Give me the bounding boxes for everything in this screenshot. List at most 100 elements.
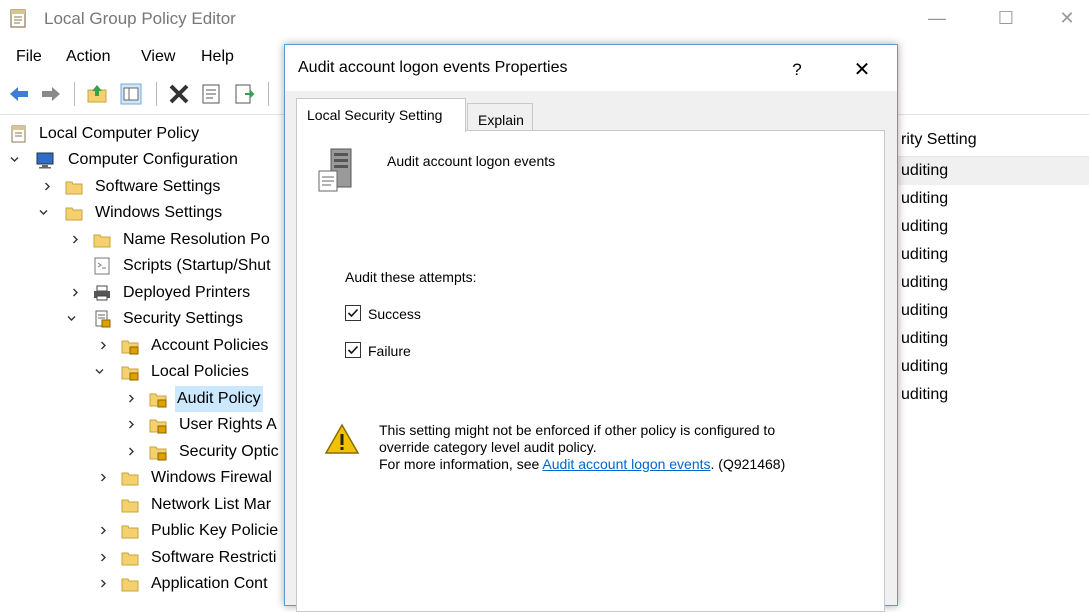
show-hide-tree-icon[interactable] (120, 83, 142, 105)
tree-item-label: Deployed Printers (123, 284, 251, 301)
policy-warning-text: This setting might not be enforced if ot… (379, 422, 859, 473)
help-button[interactable]: ? (777, 55, 817, 85)
tab-label: Explain (478, 112, 524, 128)
policy-row[interactable]: uditing (897, 269, 1089, 297)
audit-account-logon-events-link[interactable]: Audit account logon events (542, 456, 710, 472)
folder-icon (93, 234, 111, 248)
column-header-label: rity Setting (901, 131, 977, 148)
chevron-right-icon[interactable] (99, 341, 108, 350)
maximize-button[interactable]: ☐ (983, 0, 1029, 38)
tree-item-local-policies[interactable]: Local Policies (0, 359, 285, 385)
chevron-right-icon[interactable] (99, 579, 108, 588)
close-window-button[interactable]: ✕ (1044, 0, 1089, 38)
audit-policy-server-icon (318, 148, 352, 192)
tab-label: Local Security Setting (307, 107, 443, 123)
tree-item-security-options[interactable]: Security Optic (0, 439, 285, 465)
policy-row[interactable]: uditing (897, 381, 1089, 409)
chevron-right-icon[interactable] (127, 447, 136, 456)
tree-item-label: Scripts (Startup/Shut (123, 257, 271, 274)
chevron-right-icon[interactable] (127, 394, 136, 403)
back-arrow-icon[interactable] (8, 83, 30, 105)
tree-item-label: Software Settings (95, 178, 221, 195)
tree-item-windows-settings[interactable]: Windows Settings (0, 200, 285, 226)
tree-item-scripts[interactable]: Scripts (Startup/Shut (0, 253, 285, 279)
tree-item-label: Name Resolution Po (123, 231, 270, 248)
tree-item-local-computer-policy[interactable]: Local Computer Policy (0, 121, 285, 147)
tree-item-label: User Rights A (179, 416, 277, 433)
policy-row-value: uditing (901, 218, 949, 235)
chevron-down-icon[interactable] (39, 208, 48, 217)
locked-folder-icon (121, 366, 139, 381)
menu-file[interactable]: File (16, 48, 42, 66)
tree-item-application-control-policies[interactable]: Application Cont (0, 571, 285, 594)
warning-more-info: For more information, see Audit account … (379, 456, 859, 473)
chevron-right-icon[interactable] (43, 182, 52, 191)
tree-item-software-restriction-policies[interactable]: Software Restricti (0, 545, 285, 571)
chevron-right-icon[interactable] (127, 420, 136, 429)
export-list-icon[interactable] (234, 83, 256, 105)
up-folder-icon[interactable] (86, 83, 108, 105)
menu-view[interactable]: View (141, 48, 175, 66)
tree-item-account-policies[interactable]: Account Policies (0, 333, 285, 359)
policy-row-value: uditing (901, 302, 949, 319)
locked-folder-icon (149, 446, 167, 461)
policy-row[interactable]: uditing (897, 241, 1089, 269)
tree-item-label: Audit Policy (175, 386, 263, 412)
chevron-right-icon[interactable] (71, 288, 80, 297)
policy-row[interactable]: uditing (897, 185, 1089, 213)
policy-row[interactable]: uditing (897, 213, 1089, 241)
policy-name: Audit account logon events (387, 153, 556, 169)
chevron-down-icon[interactable] (95, 367, 104, 376)
chevron-right-icon[interactable] (99, 526, 108, 535)
tree-item-deployed-printers[interactable]: Deployed Printers (0, 280, 285, 306)
tree-item-network-list-manager[interactable]: Network List Mar (0, 492, 285, 518)
tree-item-user-rights-assignment[interactable]: User Rights A (0, 412, 285, 438)
toolbar-separator (156, 82, 157, 106)
script-icon (94, 257, 110, 275)
policy-row[interactable]: uditing (897, 297, 1089, 325)
properties-icon[interactable] (200, 83, 222, 105)
tree-item-security-settings[interactable]: Security Settings (0, 306, 285, 332)
forward-arrow-icon[interactable] (40, 83, 62, 105)
chevron-right-icon[interactable] (71, 235, 80, 244)
tree-item-label: Computer Configuration (68, 151, 238, 168)
tree-item-windows-firewall[interactable]: Windows Firewal (0, 465, 285, 491)
success-checkbox[interactable] (345, 305, 361, 321)
tree-item-label: Software Restricti (151, 549, 277, 566)
chevron-down-icon[interactable] (67, 314, 76, 323)
tree-item-label: Windows Settings (95, 204, 223, 221)
policy-row-value: uditing (901, 246, 949, 263)
policy-row[interactable]: uditing (897, 353, 1089, 381)
security-setting-column-header[interactable]: rity Setting (897, 124, 1089, 157)
tree-item-computer-configuration[interactable]: Computer Configuration (0, 147, 285, 173)
delete-icon[interactable] (168, 83, 190, 105)
menu-help[interactable]: Help (201, 48, 234, 66)
chevron-right-icon[interactable] (99, 553, 108, 562)
policy-editor-app-icon (10, 9, 26, 28)
locked-folder-icon (149, 419, 167, 434)
tab-local-security-setting[interactable]: Local Security Setting (296, 98, 466, 132)
tree-item-name-resolution-policy[interactable]: Name Resolution Po (0, 227, 285, 253)
tree-item-label: Windows Firewal (151, 469, 272, 486)
tree-item-label: Public Key Policie (151, 522, 279, 539)
chevron-down-icon[interactable] (10, 155, 19, 164)
dialog-close-button[interactable]: ✕ (842, 55, 882, 85)
tree-item-public-key-policies[interactable]: Public Key Policie (0, 518, 285, 544)
failure-checkbox[interactable] (345, 342, 361, 358)
security-settings-icon (95, 310, 111, 328)
locked-folder-icon (149, 393, 167, 408)
policy-row-value: uditing (901, 274, 949, 291)
tree-item-audit-policy[interactable]: Audit Policy (0, 386, 285, 412)
folder-icon (121, 472, 139, 486)
policy-row[interactable]: uditing (897, 157, 1089, 185)
policy-row-value: uditing (901, 358, 949, 375)
menu-action[interactable]: Action (66, 48, 110, 66)
chevron-right-icon[interactable] (99, 473, 108, 482)
tree-item-software-settings[interactable]: Software Settings (0, 174, 285, 200)
warning-line: This setting might not be enforced if ot… (379, 422, 776, 438)
policy-row[interactable]: uditing (897, 325, 1089, 353)
policy-row-value: uditing (901, 330, 949, 347)
minimize-button[interactable]: — (914, 0, 960, 38)
console-tree: Local Computer Policy Computer Configura… (0, 118, 285, 594)
tab-explain[interactable]: Explain (467, 103, 533, 132)
